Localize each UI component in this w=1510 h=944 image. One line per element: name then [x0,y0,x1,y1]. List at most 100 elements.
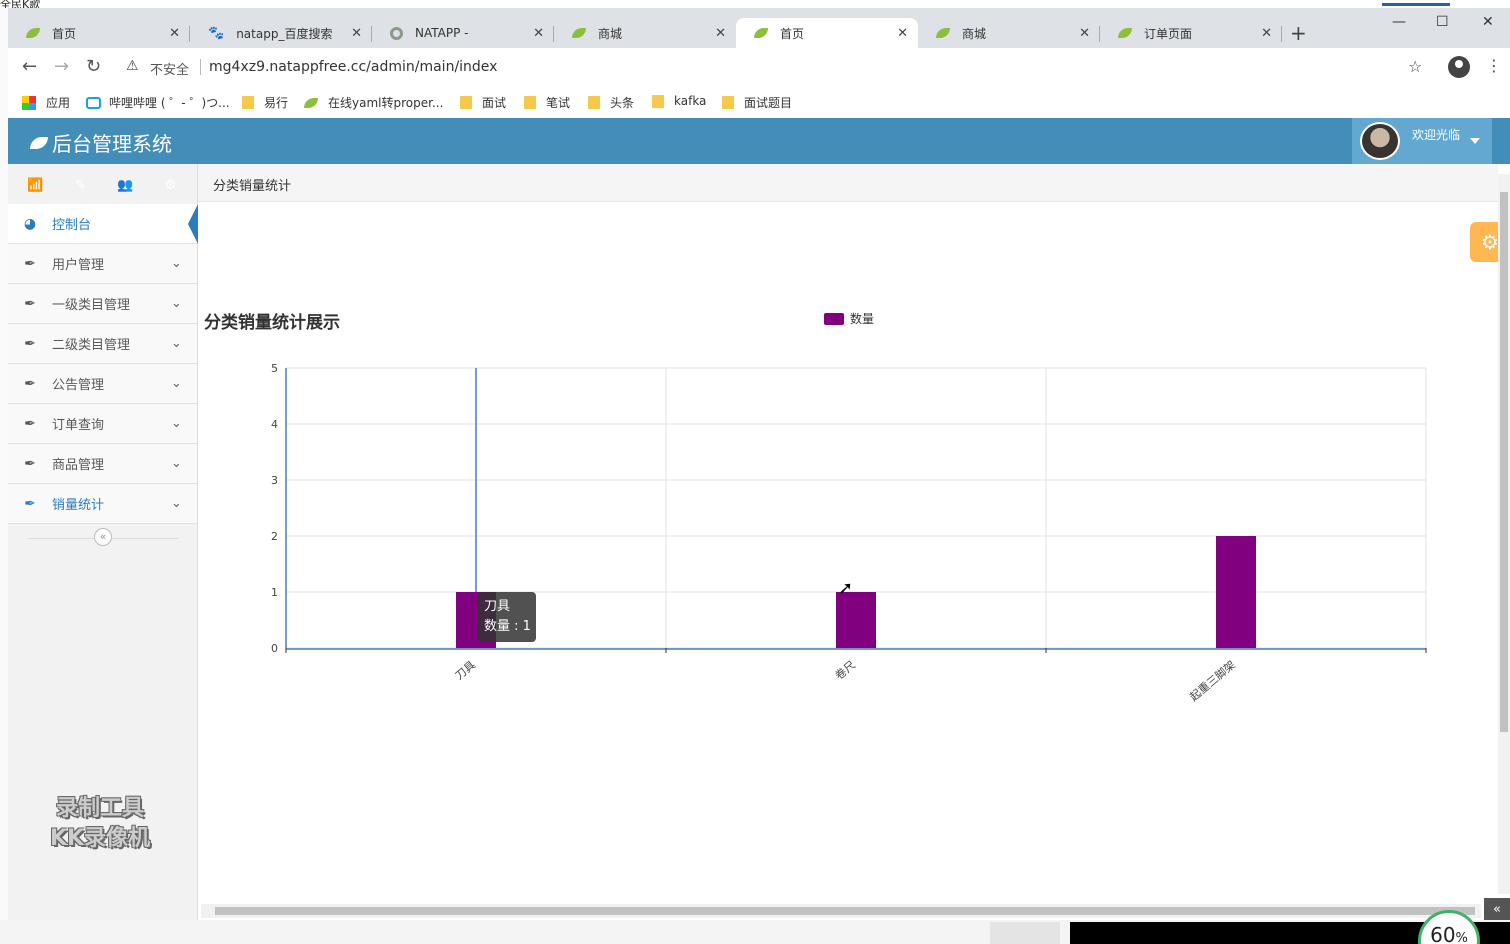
close-icon[interactable]: ✕ [169,26,180,41]
app-header: 后台管理系统 欢迎光临 [8,118,1510,164]
tab-6[interactable]: 订单页面 ✕ [1100,18,1282,48]
sidebar-item-label: 一级类目管理 [52,298,131,313]
chart-bar [836,592,876,648]
maximize-button[interactable]: ☐ [1436,14,1449,30]
watermark-line: 录制工具 [55,796,144,821]
chevron-down-icon: ⌄ [171,416,182,431]
close-icon[interactable]: ✕ [897,26,908,41]
bookmark-interview[interactable]: 面试 [460,94,506,111]
tab-title: NATAPP - [415,26,469,40]
close-icon[interactable]: ✕ [533,26,544,41]
vertical-scrollbar[interactable] [1498,174,1510,894]
sidebar-item-label: 用户管理 [52,258,105,273]
sidebar-item-label: 公告管理 [52,378,105,393]
tab-strip: 首页 ✕ 🐾 natapp_百度搜索 ✕ NATAPP - ✕ 商城 ✕ 首页 … [8,8,1510,48]
menu-icon[interactable]: ⋮ [1486,56,1502,75]
user-menu[interactable]: 欢迎光临 [1352,118,1492,164]
recorder-watermark: 录制工具 KK录像机 [30,794,170,854]
bookmark-apps[interactable]: 应用 [22,94,70,111]
close-icon[interactable]: ✕ [351,26,362,41]
legend-label: 数量 [850,312,875,326]
sidebar-item-orders[interactable]: ✒ 订单查询 ⌄ [8,404,197,444]
tab-title: 首页 [52,26,77,41]
sidebar-item-label: 商品管理 [52,458,105,473]
close-icon[interactable]: ✕ [715,26,726,41]
close-icon[interactable]: ✕ [1261,26,1272,41]
bookmark-written[interactable]: 笔试 [524,94,570,111]
breadcrumb-item[interactable]: 分类销量统计 [213,175,291,194]
insecure-label[interactable]: 不安全 [150,59,189,78]
sidebar-item-sales[interactable]: ✒ 销量统计 ⌄ [8,484,197,524]
bookmark-label: kafka [674,94,707,108]
bar-chart: 012345刀具 卷尺 起重三脚架 [271,362,1427,704]
new-tab-button[interactable]: + [1290,21,1307,45]
chevron-down-icon: ⌄ [171,336,182,351]
leaf-icon [30,136,48,149]
tab-5[interactable]: 商城 ✕ [918,18,1100,48]
tv-icon [86,96,101,109]
users-shortcut-button[interactable]: 👥 [105,170,146,201]
chart-legend[interactable]: 数量 [824,310,874,327]
scroll-thumb[interactable] [215,907,1475,915]
bookmark-kafka[interactable]: kafka [652,94,706,108]
folder-icon [722,96,734,109]
sidebar-item-users[interactable]: ✒ 用户管理 ⌄ [8,244,197,284]
sidebar-item-dashboard[interactable]: ◕ 控制台 [8,204,198,244]
leaf-icon [572,28,586,38]
account-icon[interactable] [1448,56,1470,78]
star-icon[interactable]: ☆ [1408,57,1422,76]
sidebar-item-category-2[interactable]: ✒ 二级类目管理 ⌄ [8,324,197,364]
tab-separator [1281,26,1282,42]
y-tick-label: 5 [271,362,278,375]
horizontal-scrollbar[interactable] [201,904,1481,918]
bookmark-bilibili[interactable]: 哔哩哔哩 ( ゜- ゜)つ... [86,94,230,111]
forward-button[interactable]: → [54,56,69,77]
bookmark-label: 头条 [610,96,635,110]
pen-icon: ✒ [24,455,36,472]
bookmark-label: 在线yaml转proper... [328,96,444,110]
zoom-unit: % [1455,931,1468,944]
leaf-icon [26,28,40,38]
collapse-sidebar-button[interactable]: « [94,528,112,546]
sidebar-item-notices[interactable]: ✒ 公告管理 ⌄ [8,364,197,404]
avatar [1360,122,1400,160]
signal-shortcut-button[interactable]: 📶 [15,170,56,201]
chevron-down-icon: ⌄ [171,456,182,471]
tab-2[interactable]: NATAPP - ✕ [372,18,554,48]
close-icon[interactable]: ✕ [1079,26,1090,41]
tab-0[interactable]: 首页 ✕ [8,18,190,48]
tab-3[interactable]: 商城 ✕ [554,18,736,48]
x-tick-label: 起重三脚架 [1187,658,1238,704]
sidebar-item-category-1[interactable]: ✒ 一级类目管理 ⌄ [8,284,197,324]
cogs-shortcut-button[interactable]: ⚙ [150,170,191,201]
tab-4[interactable]: 首页 ✕ [736,18,918,48]
back-button[interactable]: ← [22,56,37,77]
close-window-button[interactable]: ✕ [1482,14,1494,30]
bookmark-questions[interactable]: 面试题目 [722,94,792,111]
bookmarks-bar: 应用 哔哩哔哩 ( ゜- ゜)つ... 易行 在线yaml转proper... … [8,88,1510,118]
reload-button[interactable]: ↻ [86,56,101,77]
leaf-icon [1118,28,1132,38]
mouse-cursor: ➚ [838,578,854,599]
minimize-button[interactable]: — [1392,14,1406,30]
bookmark-yixing[interactable]: 易行 [242,94,288,111]
tab-1[interactable]: 🐾 natapp_百度搜索 ✕ [190,18,372,48]
bookmark-yaml[interactable]: 在线yaml转proper... [304,94,443,111]
brand[interactable]: 后台管理系统 [30,128,172,157]
caret-down-icon [1470,138,1480,144]
bookmark-toutiao[interactable]: 头条 [588,94,634,111]
scroll-thumb[interactable] [1500,192,1508,732]
sidebar-item-label: 二级类目管理 [52,338,131,353]
folder-icon [652,94,664,108]
pencil-shortcut-button[interactable]: ✎ [60,170,101,201]
sidebar-item-products[interactable]: ✒ 商品管理 ⌄ [8,444,197,484]
bookmark-label: 哔哩哔哩 ( ゜- ゜)つ... [109,96,230,110]
bookmark-label: 笔试 [546,96,571,110]
desktop-taskbar [0,920,1510,944]
zoom-value: 60 [1430,923,1456,944]
taskbar-item[interactable] [990,922,1060,944]
address-bar[interactable]: mg4xz9.natappfree.cc/admin/main/index [209,59,497,75]
tab-title: 订单页面 [1144,26,1193,41]
chart-bar [1216,536,1256,648]
chevron-down-icon: ⌄ [171,296,182,311]
